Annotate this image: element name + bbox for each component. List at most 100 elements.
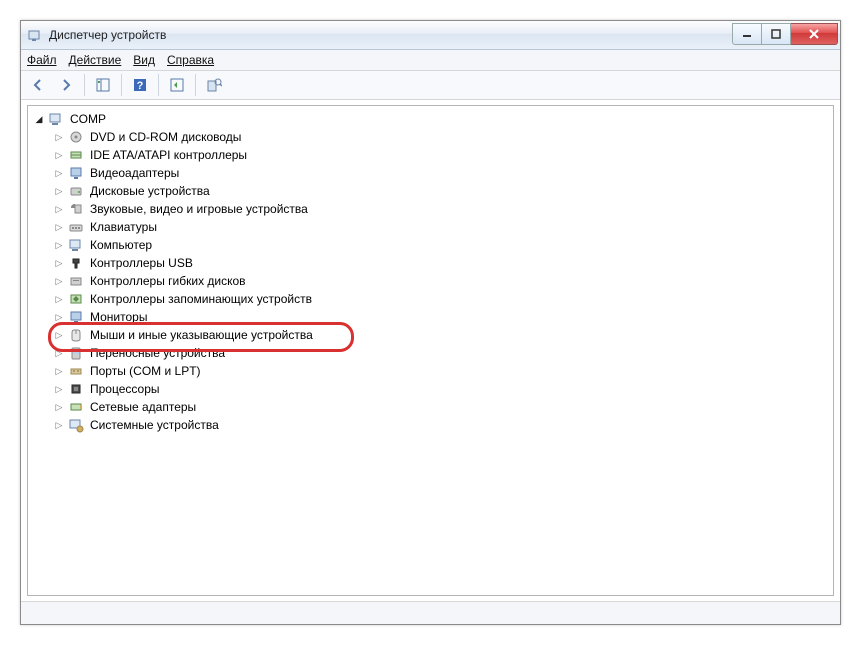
menu-help[interactable]: Справка	[167, 53, 214, 67]
device-category[interactable]: ▷ Переносные устройства	[54, 344, 831, 362]
category-icon	[68, 255, 84, 271]
menu-action[interactable]: Действие	[69, 53, 122, 67]
device-category[interactable]: ▷ Контроллеры запоминающих устройств	[54, 290, 831, 308]
expand-icon[interactable]: ▷	[54, 312, 64, 323]
menu-view[interactable]: Вид	[133, 53, 155, 67]
device-manager-window: Диспетчер устройств Файл Действие Вид Сп…	[20, 20, 841, 625]
device-category[interactable]: ▷ Контроллеры USB	[54, 254, 831, 272]
toolbar-separator	[158, 74, 159, 96]
device-category[interactable]: ▷ Видеоадаптеры	[54, 164, 831, 182]
category-icon	[68, 363, 84, 379]
category-label: Контроллеры USB	[88, 256, 195, 270]
expand-icon[interactable]: ▷	[54, 258, 64, 269]
svg-text:?: ?	[137, 80, 144, 92]
category-label: Звуковые, видео и игровые устройства	[88, 202, 310, 216]
category-label: Переносные устройства	[88, 346, 227, 360]
category-label: Дисковые устройства	[88, 184, 212, 198]
expand-icon[interactable]: ▷	[54, 348, 64, 359]
device-category[interactable]: ▷ Контроллеры гибких дисков	[54, 272, 831, 290]
category-label: Мыши и иные указывающие устройства	[88, 328, 315, 342]
nav-forward-button[interactable]	[53, 72, 79, 98]
device-category[interactable]: ▷ DVD и CD-ROM дисководы	[54, 128, 831, 146]
device-category[interactable]: ▷ Компьютер	[54, 236, 831, 254]
category-label: Контроллеры запоминающих устройств	[88, 292, 314, 306]
device-category[interactable]: ▷ Порты (COM и LPT)	[54, 362, 831, 380]
category-label: Мониторы	[88, 310, 149, 324]
category-icon	[68, 327, 84, 343]
category-icon	[68, 219, 84, 235]
expand-icon[interactable]: ▷	[54, 222, 64, 233]
category-icon	[68, 291, 84, 307]
expand-icon[interactable]: ▷	[54, 384, 64, 395]
category-label: Компьютер	[88, 238, 154, 252]
close-button[interactable]	[791, 23, 838, 45]
category-icon	[68, 129, 84, 145]
device-tree: ◢ COMP ▷ DVD и CD-ROM дисководы ▷ IDE ATA/A…	[30, 110, 831, 434]
menu-file[interactable]: Файл	[27, 53, 57, 67]
expand-icon[interactable]: ▷	[54, 150, 64, 161]
device-category[interactable]: ▷ Процессоры	[54, 380, 831, 398]
category-icon	[68, 417, 84, 433]
expand-icon[interactable]: ▷	[54, 168, 64, 179]
menubar: Файл Действие Вид Справка	[21, 50, 840, 71]
category-icon	[68, 147, 84, 163]
expand-icon[interactable]: ▷	[54, 204, 64, 215]
computer-icon	[48, 111, 64, 127]
nav-back-button[interactable]	[25, 72, 51, 98]
expand-icon[interactable]: ▷	[54, 294, 64, 305]
category-icon	[68, 309, 84, 325]
tree-root[interactable]: ◢ COMP	[34, 110, 831, 128]
device-category[interactable]: ▷ Системные устройства	[54, 416, 831, 434]
category-label: IDE ATA/ATAPI контроллеры	[88, 148, 249, 162]
category-label: Клавиатуры	[88, 220, 159, 234]
collapse-icon[interactable]: ◢	[34, 114, 44, 125]
category-icon	[68, 201, 84, 217]
category-icon	[68, 381, 84, 397]
toolbar-separator	[121, 74, 122, 96]
titlebar: Диспетчер устройств	[21, 21, 840, 50]
scan-hardware-button[interactable]	[164, 72, 190, 98]
tree-root-label: COMP	[68, 112, 108, 126]
statusbar	[21, 601, 840, 624]
category-label: Контроллеры гибких дисков	[88, 274, 248, 288]
minimize-button[interactable]	[732, 23, 762, 45]
category-label: DVD и CD-ROM дисководы	[88, 130, 243, 144]
window-buttons	[732, 23, 838, 43]
category-label: Системные устройства	[88, 418, 221, 432]
app-icon	[27, 27, 43, 43]
expand-icon[interactable]: ▷	[54, 402, 64, 413]
device-tree-panel: ◢ COMP ▷ DVD и CD-ROM дисководы ▷ IDE ATA/A…	[27, 105, 834, 596]
device-category[interactable]: ▷ Сетевые адаптеры	[54, 398, 831, 416]
expand-icon[interactable]: ▷	[54, 240, 64, 251]
category-icon	[68, 399, 84, 415]
category-label: Видеоадаптеры	[88, 166, 181, 180]
toolbar-separator	[84, 74, 85, 96]
category-label: Порты (COM и LPT)	[88, 364, 203, 378]
maximize-button[interactable]	[762, 23, 791, 45]
device-category[interactable]: ▷ Мониторы	[54, 308, 831, 326]
help-button[interactable]: ?	[127, 72, 153, 98]
properties-button[interactable]	[201, 72, 227, 98]
category-label: Процессоры	[88, 382, 162, 396]
expand-icon[interactable]: ▷	[54, 420, 64, 431]
expand-icon[interactable]: ▷	[54, 366, 64, 377]
category-icon	[68, 273, 84, 289]
device-category[interactable]: ▷ IDE ATA/ATAPI контроллеры	[54, 146, 831, 164]
window-title: Диспетчер устройств	[49, 28, 732, 42]
show-hide-tree-button[interactable]	[90, 72, 116, 98]
expand-icon[interactable]: ▷	[54, 132, 64, 143]
device-category[interactable]: ▷ Мыши и иные указывающие устройства	[54, 326, 831, 344]
expand-icon[interactable]: ▷	[54, 330, 64, 341]
toolbar-separator	[195, 74, 196, 96]
category-icon	[68, 165, 84, 181]
category-label: Сетевые адаптеры	[88, 400, 198, 414]
device-category[interactable]: ▷ Звуковые, видео и игровые устройства	[54, 200, 831, 218]
toolbar: ?	[21, 71, 840, 100]
category-icon	[68, 345, 84, 361]
expand-icon[interactable]: ▷	[54, 186, 64, 197]
category-icon	[68, 237, 84, 253]
device-category[interactable]: ▷ Дисковые устройства	[54, 182, 831, 200]
device-category[interactable]: ▷ Клавиатуры	[54, 218, 831, 236]
expand-icon[interactable]: ▷	[54, 276, 64, 287]
category-icon	[68, 183, 84, 199]
